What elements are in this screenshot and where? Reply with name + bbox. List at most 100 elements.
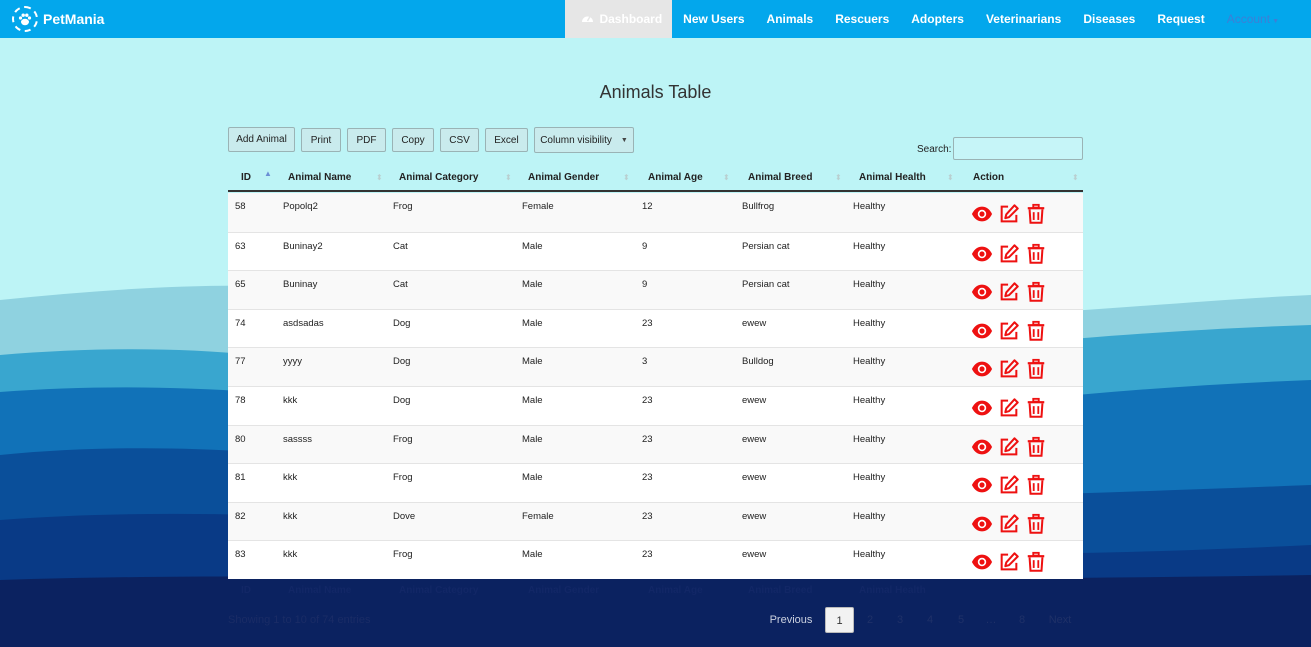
nav-adopters[interactable]: Adopters [900, 0, 975, 38]
pagination-page-2[interactable]: 2 [860, 607, 880, 633]
nav-request[interactable]: Request [1146, 0, 1215, 38]
edit-icon[interactable] [998, 474, 1020, 496]
cell-animal-name: Buninay2 [283, 240, 323, 252]
sort-icon: ⬍ [623, 173, 630, 182]
edit-icon[interactable] [998, 397, 1020, 419]
search-input[interactable] [953, 137, 1083, 160]
cell-animal-category: Cat [393, 279, 408, 291]
brand[interactable]: PetMania [12, 4, 104, 34]
cell-animal-breed: Persian cat [742, 240, 790, 252]
nav-account[interactable]: Account ▼ [1216, 0, 1311, 38]
pagination-previous[interactable]: Previous [760, 607, 822, 633]
footer-col-animal-age: Animal Age [648, 585, 703, 596]
trash-icon[interactable] [1025, 551, 1047, 573]
cell-animal-gender: Male [522, 356, 543, 368]
col-header-animal-age[interactable]: Animal Age [648, 165, 703, 190]
cell-id: 82 [235, 510, 246, 522]
trash-icon[interactable] [1025, 320, 1047, 342]
cell-animal-age: 23 [642, 317, 653, 329]
col-header-animal-name[interactable]: Animal Name [288, 165, 351, 190]
cell-animal-name: kkk [283, 549, 298, 561]
excel-button[interactable]: Excel [485, 128, 528, 152]
copy-button[interactable]: Copy [392, 128, 434, 152]
cell-animal-name: Popolq2 [283, 201, 318, 212]
eye-icon[interactable] [971, 358, 993, 380]
trash-icon[interactable] [1025, 474, 1047, 496]
eye-icon[interactable] [971, 243, 993, 265]
cell-animal-breed: ewew [742, 395, 767, 406]
eye-icon[interactable] [971, 513, 993, 535]
nav-diseases[interactable]: Diseases [1072, 0, 1146, 38]
col-header-id[interactable]: ID [241, 165, 251, 190]
column-visibility-button[interactable]: Column visibility ▼ [534, 127, 634, 153]
edit-icon[interactable] [998, 436, 1020, 458]
pagination-page-8[interactable]: 8 [1012, 607, 1032, 633]
print-button[interactable]: Print [301, 128, 341, 152]
cell-animal-category: Frog [393, 201, 413, 212]
eye-icon[interactable] [971, 320, 993, 342]
row-actions [971, 203, 1047, 225]
trash-icon[interactable] [1025, 513, 1047, 535]
search-label: Search: [917, 144, 952, 155]
dashboard-icon [581, 0, 594, 38]
edit-icon[interactable] [998, 281, 1020, 303]
cell-animal-health: Healthy [853, 395, 886, 406]
pdf-button[interactable]: PDF [347, 128, 386, 152]
col-header-animal-health[interactable]: Animal Health [859, 165, 926, 190]
cell-animal-age: 9 [642, 279, 648, 291]
csv-button[interactable]: CSV [440, 128, 479, 152]
table-row: 82 kkk Dove Female 23 ewew Healthy [228, 501, 1083, 541]
pagination-page-5[interactable]: 5 [951, 607, 971, 633]
edit-icon[interactable] [998, 358, 1020, 380]
nav-new-users[interactable]: New Users [672, 0, 755, 38]
eye-icon[interactable] [971, 474, 993, 496]
eye-icon[interactable] [971, 397, 993, 419]
pagination-page-3[interactable]: 3 [890, 607, 910, 633]
eye-icon[interactable] [971, 203, 993, 225]
table-row: 63 Buninay2 Cat Male 9 Persian cat Healthy [228, 231, 1083, 271]
table-info: Showing 1 to 10 of 74 entries [228, 614, 371, 626]
cell-animal-gender: Male [522, 472, 543, 484]
eye-icon[interactable] [971, 551, 993, 573]
row-actions [971, 243, 1047, 265]
eye-icon[interactable] [971, 281, 993, 303]
trash-icon[interactable] [1025, 281, 1047, 303]
cell-animal-breed: ewew [742, 317, 767, 329]
row-actions [971, 397, 1047, 419]
trash-icon[interactable] [1025, 436, 1047, 458]
col-header-animal-gender[interactable]: Animal Gender [528, 165, 599, 190]
nav-menu: Dashboard New Users Animals Rescuers Ado… [565, 0, 1311, 38]
nav-animals[interactable]: Animals [756, 0, 825, 38]
footer-col-animal-name: Animal Name [288, 585, 352, 596]
cell-animal-breed: ewew [742, 510, 767, 522]
add-animal-button[interactable]: Add Animal [228, 127, 295, 152]
trash-icon[interactable] [1025, 358, 1047, 380]
cell-animal-health: Healthy [853, 472, 886, 484]
pagination-page-1[interactable]: 1 [825, 607, 854, 633]
edit-icon[interactable] [998, 203, 1020, 225]
table-body: 58 Popolq2 Frog Female 12 Bullfrog Healthy 63 Bu… [228, 193, 1083, 579]
cell-id: 83 [235, 549, 246, 561]
footer-col-animal-category: Animal Category [399, 585, 479, 596]
trash-icon[interactable] [1025, 243, 1047, 265]
cell-id: 81 [235, 472, 246, 484]
cell-animal-name: kkk [283, 510, 298, 522]
cell-animal-category: Frog [393, 472, 413, 484]
cell-animal-age: 3 [642, 356, 648, 368]
nav-dashboard[interactable]: Dashboard [565, 0, 673, 38]
edit-icon[interactable] [998, 513, 1020, 535]
edit-icon[interactable] [998, 243, 1020, 265]
cell-animal-category: Frog [393, 433, 413, 445]
trash-icon[interactable] [1025, 397, 1047, 419]
trash-icon[interactable] [1025, 203, 1047, 225]
col-header-animal-category[interactable]: Animal Category [399, 165, 478, 190]
nav-veterinarians[interactable]: Veterinarians [975, 0, 1072, 38]
nav-rescuers[interactable]: Rescuers [824, 0, 900, 38]
pagination-page-4[interactable]: 4 [920, 607, 940, 633]
eye-icon[interactable] [971, 436, 993, 458]
edit-icon[interactable] [998, 551, 1020, 573]
pagination-next[interactable]: Next [1043, 607, 1077, 633]
edit-icon[interactable] [998, 320, 1020, 342]
chevron-down-icon: ▼ [1272, 18, 1279, 25]
col-header-animal-breed[interactable]: Animal Breed [748, 165, 812, 190]
